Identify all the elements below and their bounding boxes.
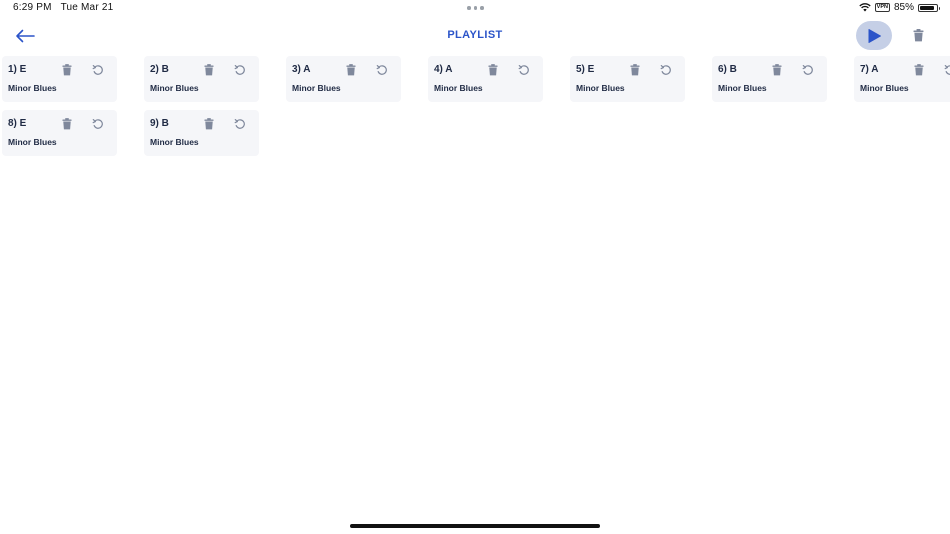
playlist-item-title: 9) B	[150, 118, 169, 129]
trash-icon	[62, 118, 72, 130]
rotate-ccw-icon	[234, 65, 245, 75]
playlist-item-subtitle: Minor Blues	[576, 83, 625, 93]
status-time: 6:29 PM Tue Mar 21	[13, 2, 114, 13]
battery-icon	[918, 3, 940, 12]
reset-item-button[interactable]	[943, 63, 950, 77]
playlist-item-title: 5) E	[576, 64, 595, 75]
clear-playlist-button[interactable]	[908, 25, 928, 45]
play-button[interactable]	[856, 21, 892, 50]
playlist-item-title: 3) A	[292, 64, 311, 75]
reset-item-button[interactable]	[375, 63, 389, 77]
rotate-ccw-icon	[234, 119, 245, 129]
playlist-item-title: 7) A	[860, 64, 879, 75]
delete-item-button[interactable]	[202, 63, 216, 77]
reset-item-button[interactable]	[801, 63, 815, 77]
playlist-item-title: 6) B	[718, 64, 737, 75]
playlist-item-title: 4) A	[434, 64, 453, 75]
status-bar: 6:29 PM Tue Mar 21 VPN 85%	[0, 0, 950, 16]
playlist-item-subtitle: Minor Blues	[292, 83, 341, 93]
playlist-item[interactable]: 5) E Minor Blues	[570, 56, 685, 102]
trash-icon	[488, 64, 498, 76]
battery-percent: 85%	[893, 2, 914, 13]
playlist-item-subtitle: Minor Blues	[8, 83, 57, 93]
trash-icon	[914, 64, 924, 76]
trash-icon	[913, 28, 923, 41]
wifi-icon	[859, 3, 871, 12]
trash-icon	[630, 64, 640, 76]
playlist-item-subtitle: Minor Blues	[8, 137, 57, 147]
status-indicators: VPN 85%	[859, 2, 940, 13]
playlist-item[interactable]: 2) B Minor Blues	[144, 56, 259, 102]
playlist-item[interactable]: 4) A Minor Blues	[428, 56, 543, 102]
delete-item-button[interactable]	[60, 63, 74, 77]
header: PLAYLIST	[0, 18, 950, 54]
playlist-item[interactable]: 6) B Minor Blues	[712, 56, 827, 102]
rotate-ccw-icon	[518, 65, 529, 75]
delete-item-button[interactable]	[344, 63, 358, 77]
playlist-item[interactable]: 9) B Minor Blues	[144, 110, 259, 156]
playlist-item[interactable]: 3) A Minor Blues	[286, 56, 401, 102]
playlist-item-subtitle: Minor Blues	[434, 83, 483, 93]
reset-item-button[interactable]	[233, 63, 247, 77]
reset-item-button[interactable]	[659, 63, 673, 77]
trash-icon	[204, 118, 214, 130]
playlist-item-subtitle: Minor Blues	[150, 137, 199, 147]
playlist-item[interactable]: 8) E Minor Blues	[2, 110, 117, 156]
delete-item-button[interactable]	[770, 63, 784, 77]
rotate-ccw-icon	[802, 65, 813, 75]
trash-icon	[346, 64, 356, 76]
playlist-item-subtitle: Minor Blues	[150, 83, 199, 93]
home-indicator[interactable]	[350, 524, 600, 528]
playlist-item-subtitle: Minor Blues	[860, 83, 909, 93]
playlist-item[interactable]: 1) E Minor Blues	[2, 56, 117, 102]
delete-item-button[interactable]	[912, 63, 926, 77]
playlist-item-title: 1) E	[8, 64, 27, 75]
rotate-ccw-icon	[660, 65, 671, 75]
delete-item-button[interactable]	[628, 63, 642, 77]
page-title: PLAYLIST	[447, 29, 503, 41]
rotate-ccw-icon	[944, 65, 950, 75]
delete-item-button[interactable]	[202, 117, 216, 131]
delete-item-button[interactable]	[486, 63, 500, 77]
trash-icon	[772, 64, 782, 76]
vpn-badge: VPN	[874, 3, 890, 12]
trash-icon	[204, 64, 214, 76]
rotate-ccw-icon	[92, 119, 103, 129]
reset-item-button[interactable]	[91, 117, 105, 131]
playlist-grid: 1) E Minor Blues 2) B Minor Blues 3) A M…	[0, 56, 950, 166]
playlist-item-title: 8) E	[8, 118, 27, 129]
delete-item-button[interactable]	[60, 117, 74, 131]
reset-item-button[interactable]	[233, 117, 247, 131]
playlist-item-title: 2) B	[150, 64, 169, 75]
playlist-item[interactable]: 7) A Minor Blues	[854, 56, 950, 102]
multitasking-dots[interactable]	[467, 6, 484, 10]
reset-item-button[interactable]	[91, 63, 105, 77]
trash-icon	[62, 64, 72, 76]
play-icon	[868, 28, 881, 43]
playlist-item-subtitle: Minor Blues	[718, 83, 767, 93]
reset-item-button[interactable]	[517, 63, 531, 77]
rotate-ccw-icon	[376, 65, 387, 75]
rotate-ccw-icon	[92, 65, 103, 75]
